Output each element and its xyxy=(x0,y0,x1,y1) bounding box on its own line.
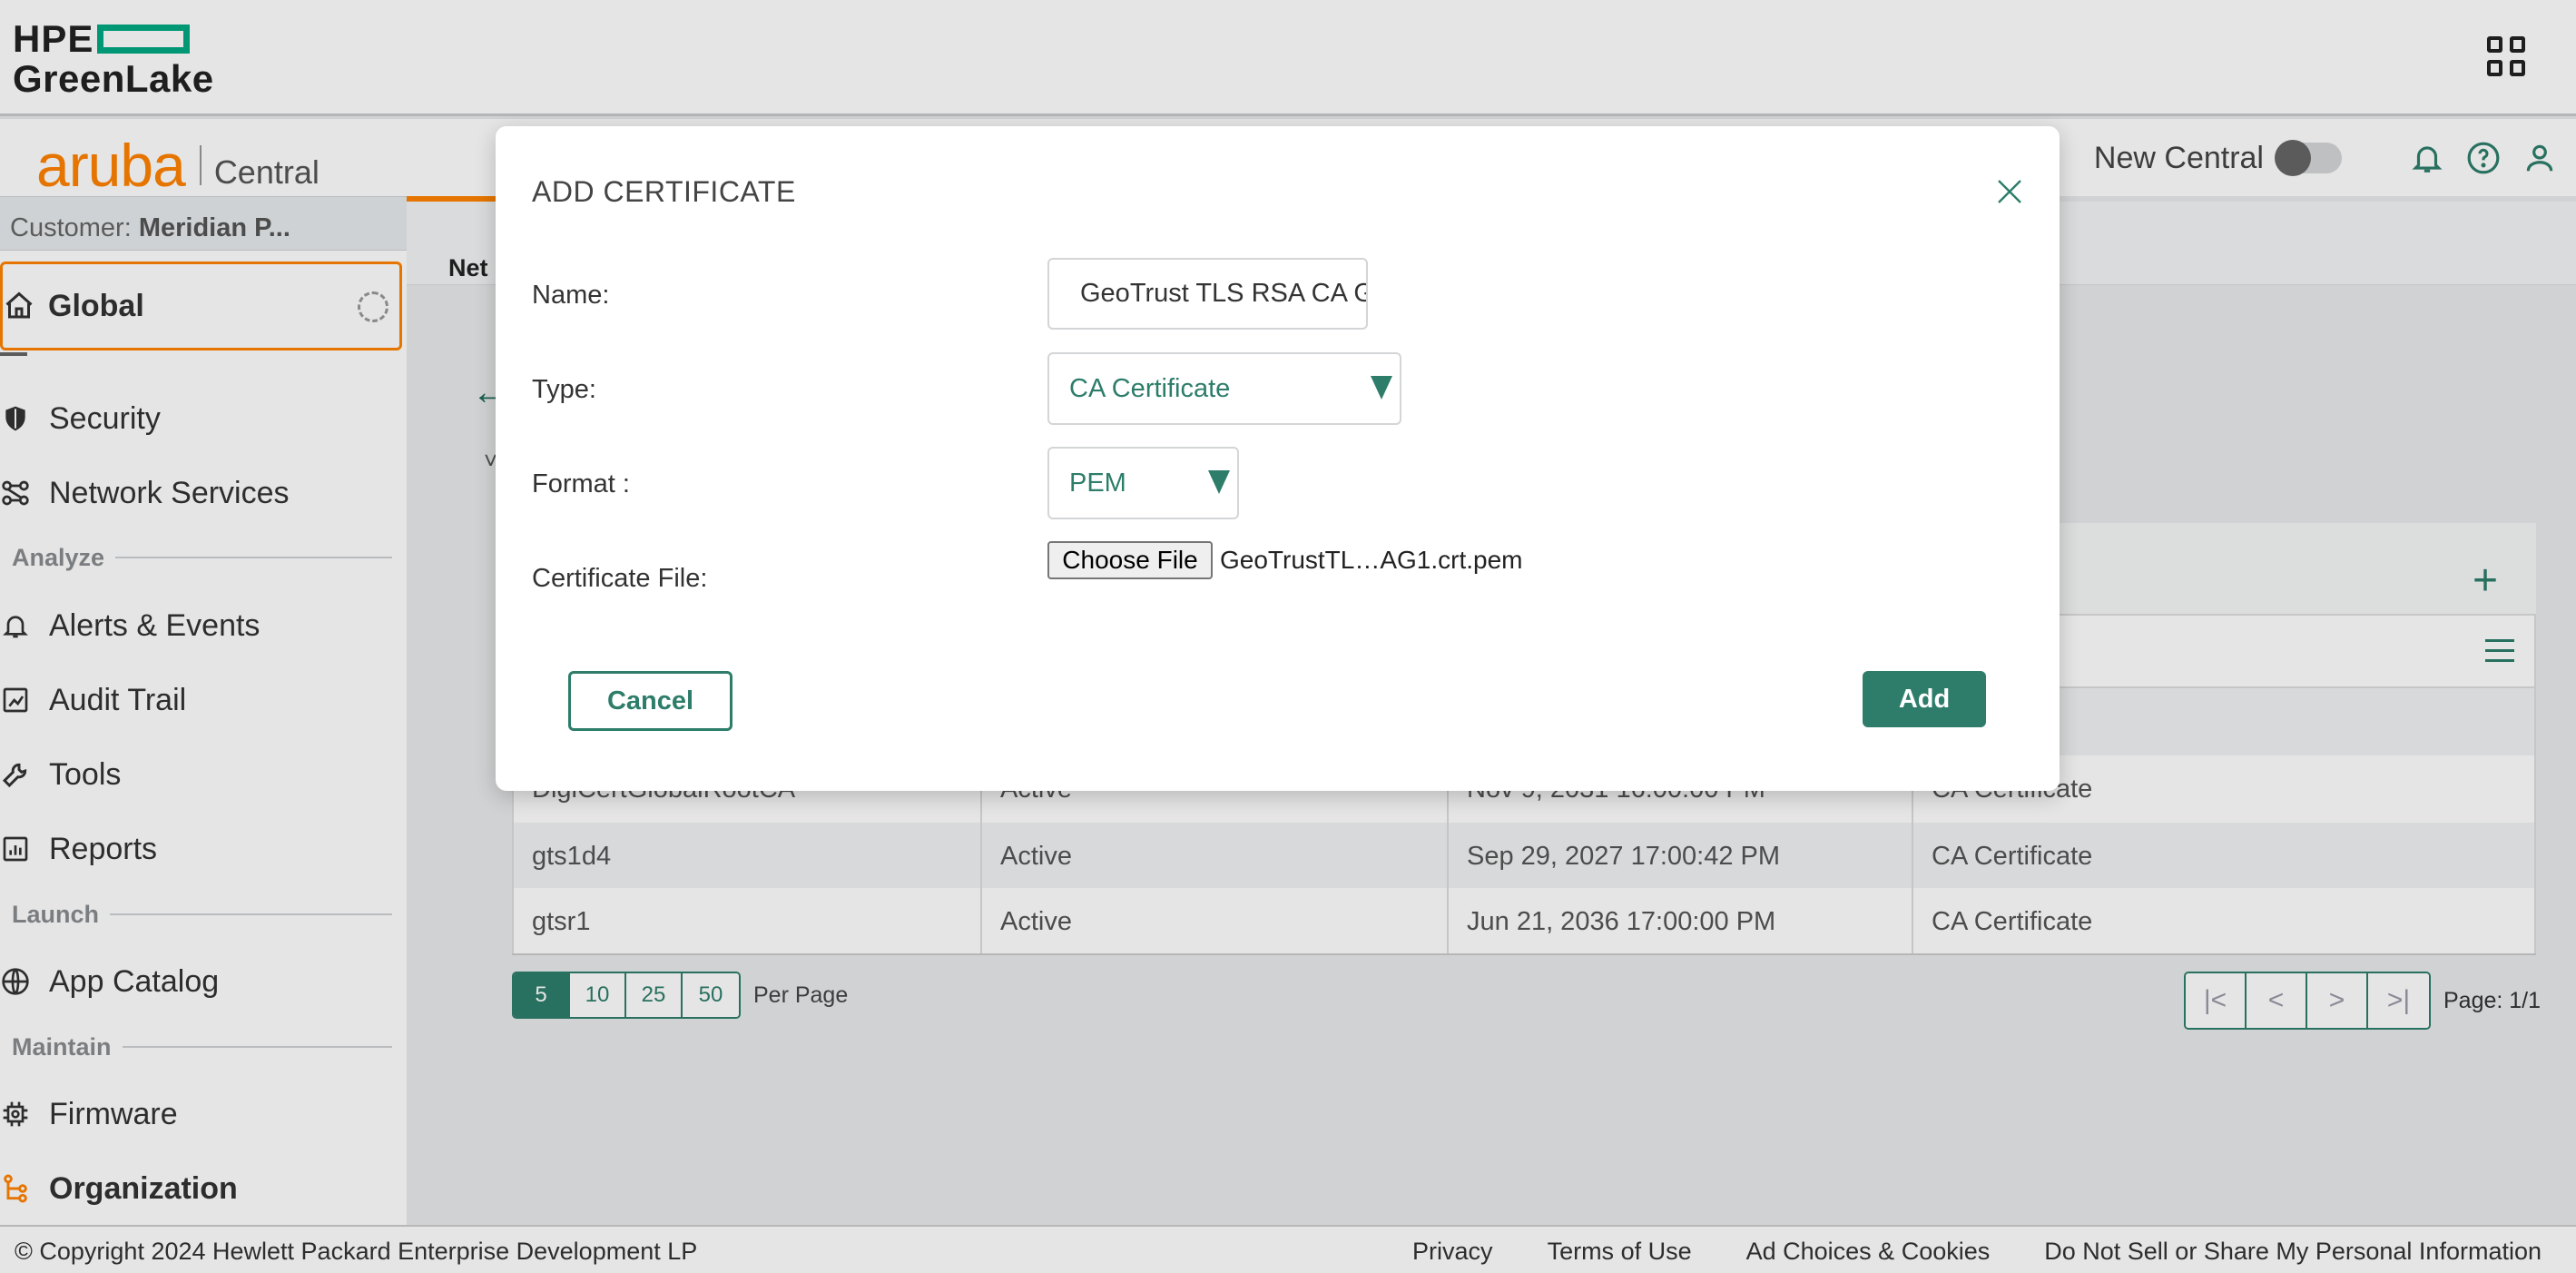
type-selected-value: CA Certificate xyxy=(1069,373,1231,403)
type-label: Type: xyxy=(532,375,596,404)
caret-down-icon xyxy=(1371,376,1392,400)
cancel-button[interactable]: Cancel xyxy=(568,671,732,731)
format-label: Format : xyxy=(532,469,630,498)
format-selected-value: PEM xyxy=(1069,468,1126,498)
dialog-title: ADD CERTIFICATE xyxy=(532,175,796,208)
selected-file-name: GeoTrustTL…AG1.crt.pem xyxy=(1220,546,1523,574)
caret-down-icon xyxy=(1208,470,1230,494)
certificate-file-label: Certificate File: xyxy=(532,564,708,593)
type-select[interactable]: CA Certificate xyxy=(1047,352,1401,425)
add-button[interactable]: Add xyxy=(1863,671,1986,727)
name-input[interactable]: GeoTrust TLS RSA CA G1 xyxy=(1047,258,1368,330)
format-select[interactable]: PEM xyxy=(1047,447,1239,519)
add-certificate-dialog: ADD CERTIFICATE Name: GeoTrust TLS RSA C… xyxy=(496,126,2060,791)
choose-file-button[interactable]: Choose File xyxy=(1047,541,1213,579)
close-icon[interactable] xyxy=(1995,177,2024,206)
name-label: Name: xyxy=(532,281,610,310)
